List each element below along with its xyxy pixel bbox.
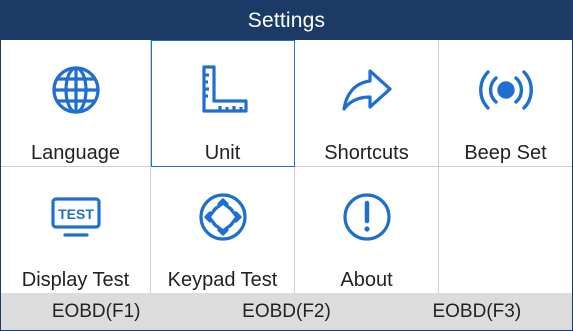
empty-tile (439, 167, 572, 294)
broadcast-icon (478, 62, 534, 118)
tile-keypad-test[interactable]: Keypad Test (151, 167, 295, 294)
keypad-diamond-icon (195, 189, 251, 245)
globe-icon (48, 62, 104, 118)
tile-label: Unit (204, 142, 241, 164)
tile-about[interactable]: About (295, 167, 439, 294)
function-key-bar: EOBD(F1) EOBD(F2) EOBD(F3) (1, 293, 572, 330)
ruler-icon (195, 62, 251, 118)
test-monitor-icon: TEST (48, 189, 104, 245)
settings-screen: Settings Language Unit Shortcuts Beep Se… (0, 0, 573, 331)
tile-display-test[interactable]: TEST Display Test (1, 167, 151, 294)
tile-label: Shortcuts (324, 142, 409, 164)
function-key-f1[interactable]: EOBD(F1) (1, 301, 191, 323)
function-key-f2[interactable]: EOBD(F2) (191, 301, 381, 323)
function-key-f3[interactable]: EOBD(F3) (382, 301, 572, 323)
settings-grid: Language Unit Shortcuts Beep Set TEST Di… (1, 40, 572, 294)
svg-text:TEST: TEST (58, 206, 94, 222)
tile-label: Beep Set (464, 142, 547, 164)
page-title: Settings (247, 8, 326, 32)
share-arrow-icon (339, 62, 395, 118)
tile-language[interactable]: Language (1, 40, 151, 167)
tile-label: Language (31, 142, 120, 164)
tile-shortcuts[interactable]: Shortcuts (295, 40, 439, 167)
tile-label: About (340, 269, 393, 291)
tile-label: Display Test (21, 269, 130, 291)
tile-label: Keypad Test (167, 269, 278, 291)
info-exclamation-icon (339, 189, 395, 245)
title-bar: Settings (1, 1, 572, 40)
tile-unit[interactable]: Unit (151, 40, 295, 167)
tile-beep-set[interactable]: Beep Set (439, 40, 572, 167)
